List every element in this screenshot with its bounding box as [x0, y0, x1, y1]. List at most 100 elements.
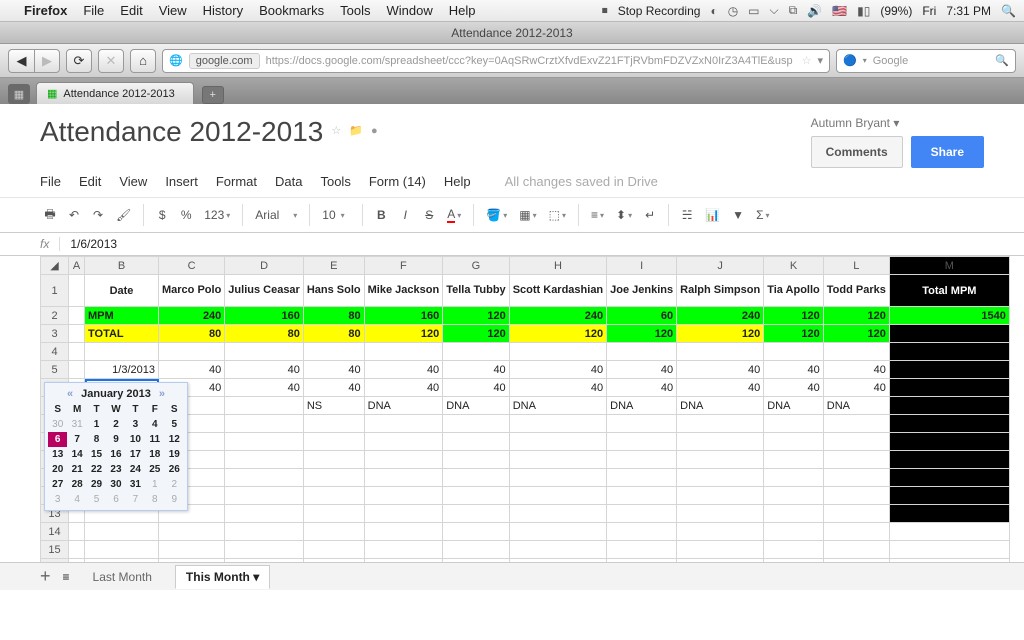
bluetooth-icon[interactable]: ⌵: [770, 3, 779, 18]
site-identity-icon[interactable]: 🌐: [169, 54, 183, 67]
datepicker-day[interactable]: 13: [48, 447, 67, 462]
share-button[interactable]: Share: [911, 136, 984, 168]
datepicker-day[interactable]: 2: [106, 417, 125, 432]
home-button[interactable]: ⌂: [130, 49, 156, 73]
datepicker-day[interactable]: 19: [165, 447, 184, 462]
text-color-button[interactable]: A▾: [443, 204, 465, 226]
fill-color-button[interactable]: 🪣▾: [482, 204, 511, 226]
mac-app-name[interactable]: Firefox: [24, 3, 67, 18]
stop-recording-icon[interactable]: ⏹: [602, 3, 608, 18]
filter-button[interactable]: ▼: [728, 204, 748, 226]
percent-button[interactable]: %: [176, 204, 196, 226]
row-1[interactable]: 1 Date Marco Polo Julius Ceasar Hans Sol…: [41, 275, 1010, 307]
datepicker-day[interactable]: 3: [126, 417, 145, 432]
star-icon[interactable]: ☆: [331, 124, 341, 137]
flag-icon[interactable]: 🇺🇸: [832, 4, 847, 18]
datepicker-day[interactable]: 11: [145, 432, 164, 447]
datepicker-day[interactable]: 7: [67, 432, 86, 447]
wifi-icon[interactable]: ⧉: [789, 3, 798, 18]
stop-button[interactable]: ✕: [98, 49, 124, 73]
stop-recording-label[interactable]: Stop Recording: [618, 4, 701, 18]
display-icon[interactable]: ▭: [748, 4, 759, 18]
mac-menu-tools[interactable]: Tools: [340, 3, 370, 18]
datepicker-day[interactable]: 1: [87, 417, 106, 432]
doc-title[interactable]: Attendance 2012-2013: [40, 116, 323, 147]
datepicker-day[interactable]: 26: [165, 462, 184, 477]
datepicker-day[interactable]: 5: [87, 492, 106, 507]
datepicker-day[interactable]: 2: [165, 477, 184, 492]
print-button[interactable]: 🖶: [40, 204, 60, 226]
date-picker[interactable]: « January 2013 » SMTWTFS3031123456789101…: [44, 382, 188, 511]
forward-button[interactable]: ▶: [34, 49, 60, 73]
menu-help[interactable]: Help: [444, 174, 471, 189]
search-bar[interactable]: 🔵 ▾ Google 🔍: [836, 49, 1016, 73]
font-size-picker[interactable]: 10▾: [318, 204, 354, 226]
url-dropdown-icon[interactable]: ▾: [817, 54, 823, 67]
mac-menu-edit[interactable]: Edit: [120, 3, 142, 18]
datepicker-next-icon[interactable]: »: [159, 388, 165, 400]
datepicker-day[interactable]: 24: [126, 462, 145, 477]
user-menu[interactable]: Autumn Bryant ▾: [811, 116, 984, 130]
clock-day[interactable]: Fri: [922, 4, 936, 18]
search-go-icon[interactable]: 🔍: [995, 54, 1009, 67]
borders-button[interactable]: ▦▾: [515, 204, 540, 226]
reload-button[interactable]: ⟳: [66, 49, 92, 73]
insert-link-button[interactable]: ☵: [677, 204, 697, 226]
bookmark-star-icon[interactable]: ☆: [802, 54, 812, 67]
menu-format[interactable]: Format: [216, 174, 257, 189]
column-headers[interactable]: ◢ ABCDEFGHIJKLM: [41, 257, 1010, 275]
search-engine-icon[interactable]: 🔵: [843, 54, 857, 67]
datepicker-day[interactable]: 8: [87, 432, 106, 447]
menu-file[interactable]: File: [40, 174, 61, 189]
battery-icon[interactable]: ▮▯: [857, 4, 870, 18]
datepicker-day[interactable]: 8: [145, 492, 164, 507]
row-5[interactable]: 5 1/3/2013 40404040404040404040: [41, 361, 1010, 379]
all-sheets-button[interactable]: ≡: [63, 570, 70, 584]
add-sheet-button[interactable]: +: [40, 566, 51, 587]
datepicker-day[interactable]: 29: [87, 477, 106, 492]
sheet-tab-this-month[interactable]: This Month ▾: [175, 565, 270, 589]
mac-menu-view[interactable]: View: [159, 3, 187, 18]
volume-icon[interactable]: 🔊: [807, 4, 822, 18]
row-2-mpm[interactable]: 2 MPM 2401608016012024060240120120 1540: [41, 307, 1010, 325]
datepicker-day[interactable]: 10: [126, 432, 145, 447]
clock-time[interactable]: 7:31 PM: [946, 4, 991, 18]
menu-form[interactable]: Form (14): [369, 174, 426, 189]
datepicker-day[interactable]: 16: [106, 447, 125, 462]
datepicker-day[interactable]: 27: [48, 477, 67, 492]
wrap-button[interactable]: ↵: [640, 204, 660, 226]
paint-format-button[interactable]: 🖌: [112, 204, 135, 226]
datepicker-day[interactable]: 25: [145, 462, 164, 477]
datepicker-grid[interactable]: SMTWTFS303112345678910111213141516171819…: [48, 402, 184, 507]
insert-chart-button[interactable]: 📊: [701, 204, 724, 226]
spreadsheet-grid[interactable]: ◢ ABCDEFGHIJKLM 1 Date Marco Polo Julius…: [0, 256, 1024, 586]
datepicker-day[interactable]: 22: [87, 462, 106, 477]
mac-menu-bookmarks[interactable]: Bookmarks: [259, 3, 324, 18]
bold-button[interactable]: B: [371, 204, 391, 226]
spotlight-icon[interactable]: 🔍: [1001, 4, 1016, 18]
mac-menu-file[interactable]: File: [83, 3, 104, 18]
h-align-button[interactable]: ≡▾: [587, 204, 608, 226]
formula-value[interactable]: 1/6/2013: [70, 237, 117, 251]
sheet-tab-last-month[interactable]: Last Month: [82, 565, 163, 589]
row-3-total[interactable]: 3 TOTAL 808080120 120120120120120120: [41, 325, 1010, 343]
datepicker-day[interactable]: 4: [145, 417, 164, 432]
row-14[interactable]: 14: [41, 523, 1010, 541]
datepicker-day[interactable]: 6: [106, 492, 125, 507]
mac-menu-window[interactable]: Window: [387, 3, 433, 18]
datepicker-day[interactable]: 31: [67, 417, 86, 432]
datepicker-day[interactable]: 3: [48, 492, 67, 507]
sync-icon[interactable]: ◐: [710, 4, 717, 18]
mac-menu-help[interactable]: Help: [449, 3, 476, 18]
redo-button[interactable]: ↷: [88, 204, 108, 226]
functions-button[interactable]: Σ▾: [752, 204, 773, 226]
number-format-button[interactable]: 123▾: [200, 204, 234, 226]
datepicker-day[interactable]: 9: [165, 492, 184, 507]
tab-groups-button[interactable]: ▦: [8, 84, 30, 104]
merge-button[interactable]: ⬚▾: [545, 204, 570, 226]
row-15[interactable]: 15: [41, 541, 1010, 559]
datepicker-day[interactable]: 23: [106, 462, 125, 477]
datepicker-day[interactable]: 31: [126, 477, 145, 492]
back-button[interactable]: ◀: [8, 49, 34, 73]
datepicker-day[interactable]: 5: [165, 417, 184, 432]
